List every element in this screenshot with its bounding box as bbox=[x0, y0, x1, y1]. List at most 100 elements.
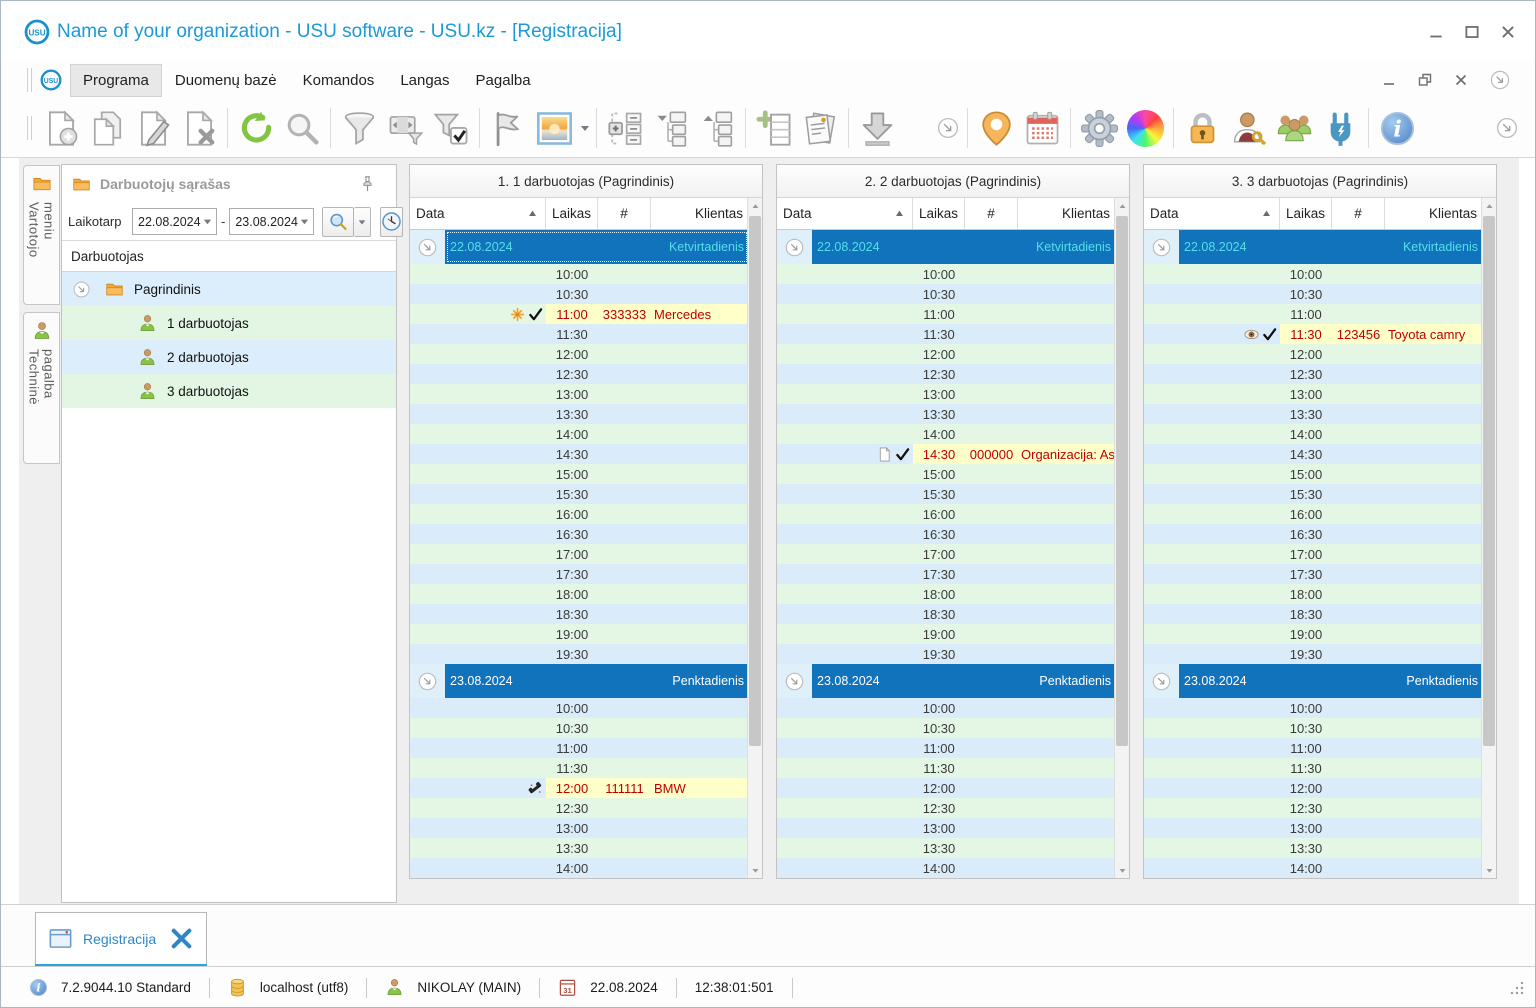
chevron-down-icon[interactable] bbox=[579, 122, 591, 134]
date-banner-row[interactable]: 22.08.2024Ketvirtadienis bbox=[1144, 230, 1483, 264]
time-cell[interactable]: 11:30 bbox=[913, 758, 965, 778]
number-cell[interactable] bbox=[1332, 424, 1385, 444]
time-slot-row-1200[interactable]: 12:00 bbox=[410, 344, 749, 364]
appointment-row-1430[interactable]: 14:30000000Organizacija: Asr bbox=[777, 444, 1116, 464]
client-cell[interactable] bbox=[1018, 404, 1116, 424]
reports-button[interactable] bbox=[797, 105, 843, 151]
client-cell[interactable] bbox=[651, 644, 749, 664]
time-cell[interactable]: 13:00 bbox=[913, 818, 965, 838]
appointment-row-1200[interactable]: 12:00111111BMW bbox=[410, 778, 749, 798]
column-header-time[interactable]: Laikas bbox=[913, 198, 965, 229]
client-cell[interactable] bbox=[1018, 504, 1116, 524]
number-cell[interactable] bbox=[598, 464, 651, 484]
resize-grip[interactable] bbox=[1509, 980, 1525, 996]
client-cell[interactable] bbox=[1385, 718, 1483, 738]
client-cell[interactable] bbox=[1018, 304, 1116, 324]
client-cell[interactable] bbox=[1385, 544, 1483, 564]
time-slot-row-1930[interactable]: 19:30 bbox=[1144, 644, 1483, 664]
chevron-circle-icon[interactable] bbox=[417, 671, 438, 692]
number-cell[interactable] bbox=[1332, 858, 1385, 878]
time-cell[interactable]: 11:00 bbox=[1280, 738, 1332, 758]
client-cell[interactable] bbox=[1018, 818, 1116, 838]
number-cell[interactable] bbox=[598, 838, 651, 858]
date-banner-row[interactable]: 23.08.2024Penktadienis bbox=[410, 664, 749, 698]
time-cell[interactable]: 17:30 bbox=[913, 564, 965, 584]
client-cell[interactable] bbox=[651, 738, 749, 758]
date-from-combo[interactable]: 22.08.2024 bbox=[132, 208, 217, 235]
number-cell[interactable] bbox=[965, 604, 1018, 624]
number-cell[interactable] bbox=[1332, 464, 1385, 484]
time-slot-row-1030[interactable]: 10:30 bbox=[1144, 284, 1483, 304]
toolbar-drag-handle[interactable] bbox=[27, 116, 32, 140]
scrollbar-thumb[interactable] bbox=[1116, 216, 1128, 746]
number-cell[interactable] bbox=[965, 264, 1018, 284]
time-slot-row-1130[interactable]: 11:30 bbox=[410, 758, 749, 778]
time-cell[interactable]: 12:30 bbox=[546, 364, 598, 384]
number-cell[interactable] bbox=[965, 384, 1018, 404]
time-cell[interactable]: 12:30 bbox=[913, 798, 965, 818]
number-cell[interactable] bbox=[965, 304, 1018, 324]
time-slot-row-1400[interactable]: 14:00 bbox=[777, 858, 1116, 878]
number-cell[interactable] bbox=[965, 698, 1018, 718]
time-cell[interactable]: 11:30 bbox=[546, 758, 598, 778]
time-cell[interactable]: 11:30 bbox=[1280, 758, 1332, 778]
time-cell[interactable]: 14:30 bbox=[546, 444, 598, 464]
number-cell[interactable] bbox=[598, 584, 651, 604]
client-cell[interactable] bbox=[651, 818, 749, 838]
number-cell[interactable] bbox=[965, 584, 1018, 604]
time-cell[interactable]: 10:00 bbox=[1280, 698, 1332, 718]
time-cell[interactable]: 15:30 bbox=[1280, 484, 1332, 504]
menu-overflow-button[interactable] bbox=[1489, 69, 1511, 91]
time-cell[interactable]: 16:00 bbox=[913, 504, 965, 524]
time-slot-row-1200[interactable]: 12:00 bbox=[777, 344, 1116, 364]
client-cell[interactable] bbox=[651, 484, 749, 504]
client-cell[interactable] bbox=[651, 464, 749, 484]
client-cell[interactable] bbox=[1018, 524, 1116, 544]
date-banner-row[interactable]: 23.08.2024Penktadienis bbox=[777, 664, 1116, 698]
time-cell[interactable]: 18:00 bbox=[546, 584, 598, 604]
search-button[interactable] bbox=[279, 105, 325, 151]
color-wheel-button[interactable] bbox=[1122, 105, 1168, 151]
client-cell[interactable] bbox=[1018, 798, 1116, 818]
dock-tab-tech-support[interactable]: Techninė pagalba bbox=[23, 312, 60, 464]
time-cell[interactable]: 14:00 bbox=[546, 858, 598, 878]
time-cell[interactable]: 17:30 bbox=[546, 564, 598, 584]
scroll-up-button[interactable] bbox=[748, 198, 762, 214]
client-cell[interactable] bbox=[1385, 284, 1483, 304]
scrollbar-thumb[interactable] bbox=[749, 216, 761, 746]
client-cell[interactable] bbox=[1018, 564, 1116, 584]
column-header-time[interactable]: Laikas bbox=[1280, 198, 1332, 229]
number-cell[interactable] bbox=[965, 464, 1018, 484]
client-cell[interactable] bbox=[1018, 384, 1116, 404]
tree-item-3-darbuotojas[interactable]: 3 darbuotojas bbox=[62, 374, 396, 408]
number-cell[interactable]: 000000 bbox=[965, 444, 1018, 464]
time-slot-row-1830[interactable]: 18:30 bbox=[410, 604, 749, 624]
client-cell[interactable] bbox=[651, 444, 749, 464]
client-cell[interactable] bbox=[1385, 584, 1483, 604]
time-cell[interactable]: 13:30 bbox=[913, 404, 965, 424]
number-cell[interactable] bbox=[598, 364, 651, 384]
number-cell[interactable] bbox=[965, 564, 1018, 584]
chevron-down-icon[interactable] bbox=[202, 216, 213, 227]
number-cell[interactable] bbox=[1332, 544, 1385, 564]
time-slot-row-1230[interactable]: 12:30 bbox=[777, 364, 1116, 384]
time-cell[interactable]: 12:30 bbox=[1280, 364, 1332, 384]
client-cell[interactable] bbox=[1018, 698, 1116, 718]
client-cell[interactable] bbox=[1018, 778, 1116, 798]
client-cell[interactable] bbox=[651, 424, 749, 444]
time-slot-row-1400[interactable]: 14:00 bbox=[410, 858, 749, 878]
plug-button[interactable] bbox=[1317, 105, 1363, 151]
number-cell[interactable] bbox=[1332, 818, 1385, 838]
client-cell[interactable] bbox=[1018, 364, 1116, 384]
time-cell[interactable]: 16:00 bbox=[546, 504, 598, 524]
client-cell[interactable] bbox=[1385, 404, 1483, 424]
time-slot-row-1030[interactable]: 10:30 bbox=[777, 284, 1116, 304]
time-cell[interactable]: 19:30 bbox=[913, 644, 965, 664]
time-cell[interactable]: 12:00 bbox=[913, 344, 965, 364]
time-cell[interactable]: 11:30 bbox=[913, 324, 965, 344]
column-header-client[interactable]: Klientas bbox=[1385, 198, 1483, 229]
time-cell[interactable]: 14:00 bbox=[1280, 424, 1332, 444]
vertical-scrollbar[interactable] bbox=[1114, 198, 1129, 878]
vertical-scrollbar[interactable] bbox=[747, 198, 762, 878]
date-banner-row[interactable]: 22.08.2024Ketvirtadienis bbox=[410, 230, 749, 264]
